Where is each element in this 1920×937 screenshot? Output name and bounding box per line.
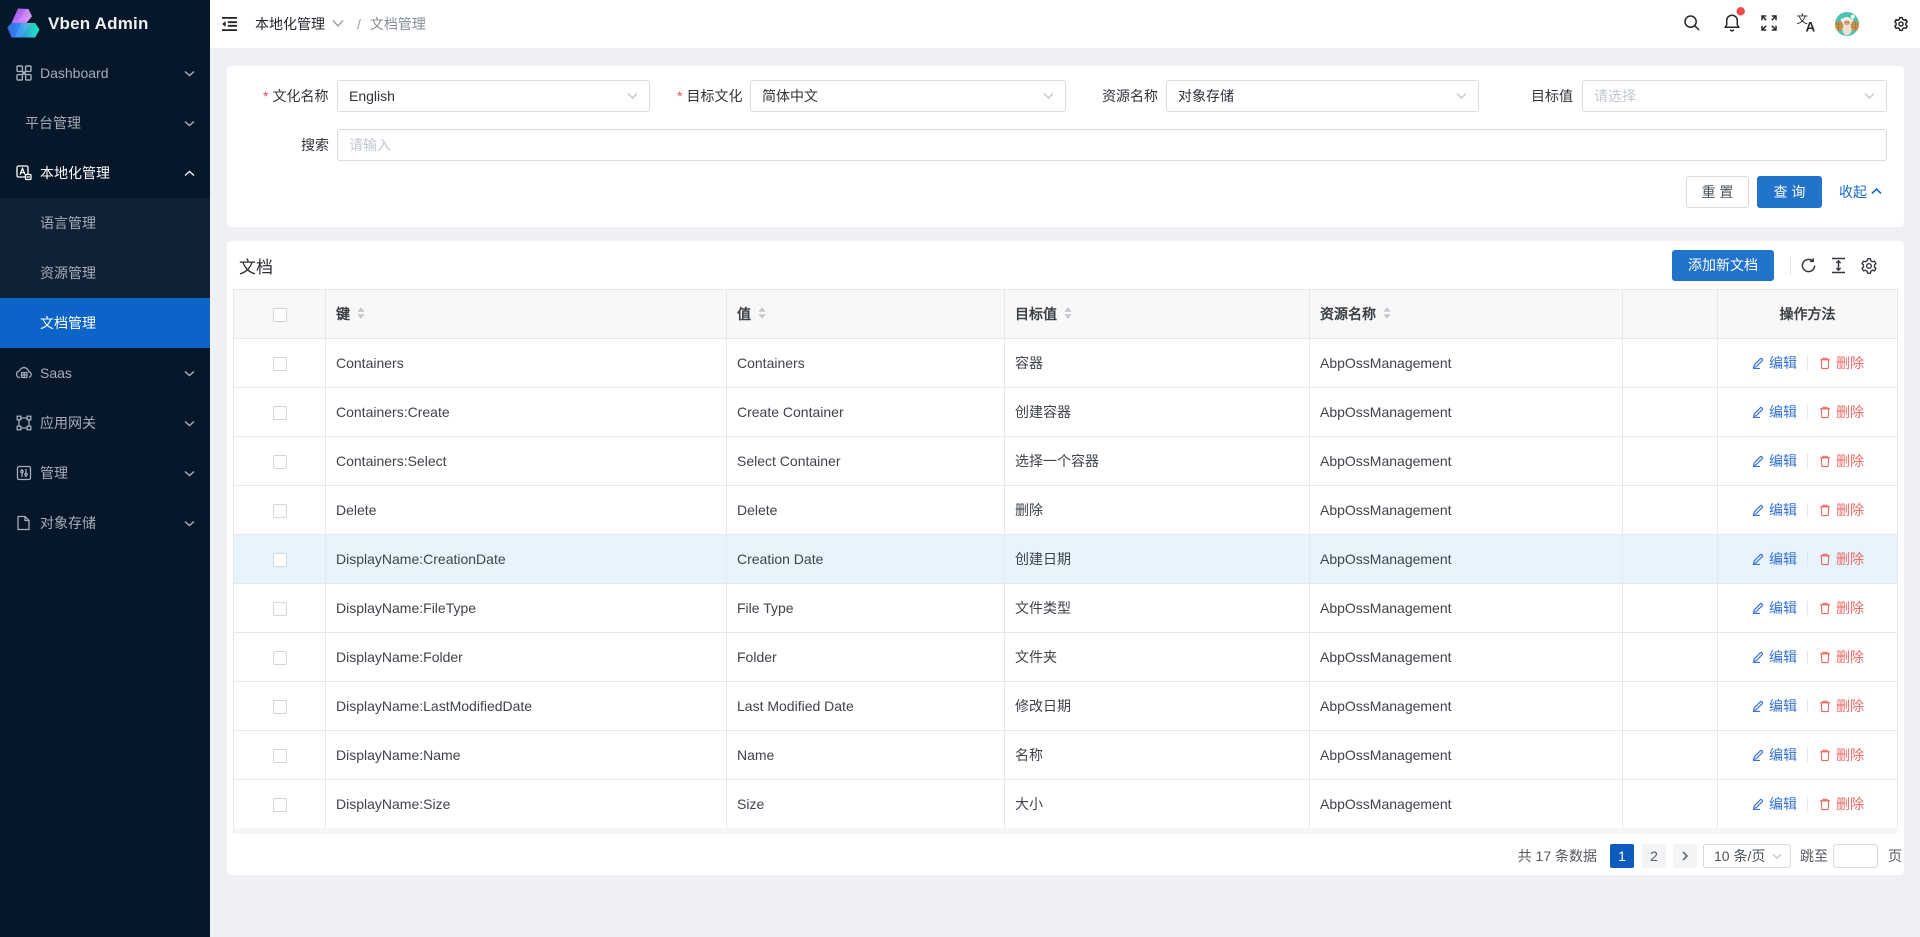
svg-text:A: A xyxy=(1806,20,1816,34)
